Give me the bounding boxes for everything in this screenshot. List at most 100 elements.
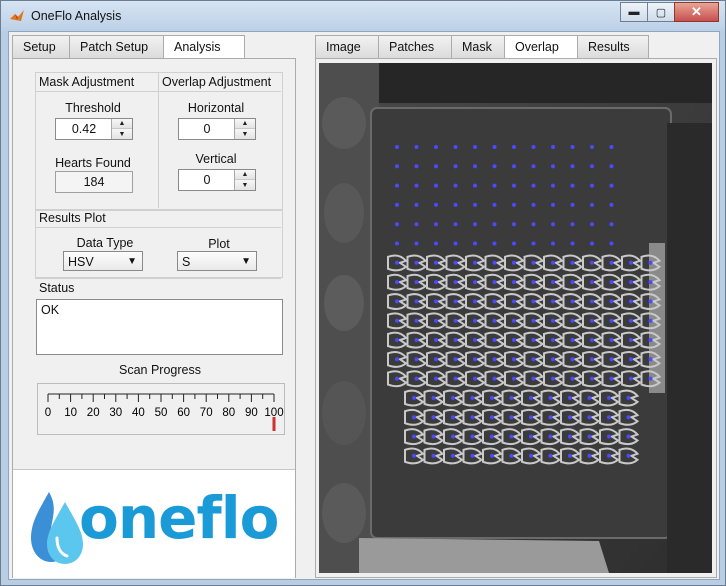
- spinner-up-icon[interactable]: ▲: [235, 119, 255, 129]
- overlay-point: [587, 395, 592, 400]
- tab-mask[interactable]: Mask: [451, 35, 505, 58]
- scan-progress-title: Scan Progress: [119, 363, 201, 377]
- threshold-arrows: ▲ ▼: [111, 119, 132, 139]
- overlay-point: [453, 164, 458, 169]
- results-header-line: [35, 227, 281, 228]
- overlay-point: [414, 164, 419, 169]
- spinner-down-icon[interactable]: ▼: [235, 129, 255, 139]
- overlay-point: [414, 183, 419, 188]
- overlay-point: [473, 183, 477, 188]
- overlay-point: [531, 202, 536, 207]
- tab-setup[interactable]: Setup: [12, 35, 70, 58]
- overlay-point: [434, 241, 438, 246]
- overlay-point: [453, 376, 458, 381]
- overlap-image: [319, 63, 712, 573]
- overlay-point: [626, 395, 631, 400]
- title-bar[interactable]: OneFlo Analysis ▬ ▢ ✕: [1, 1, 725, 31]
- progress-marker: [272, 417, 276, 431]
- overlay-point: [473, 241, 477, 246]
- tab-results[interactable]: Results: [577, 35, 649, 58]
- overlay-point: [551, 202, 555, 207]
- scan-progress-slider: 0 10 20 30 40 50 60 70 80 90 100: [37, 383, 285, 435]
- overlay-point: [570, 164, 575, 169]
- overlay-point: [395, 145, 399, 149]
- overlay-point: [590, 202, 594, 207]
- overlay-point: [473, 357, 477, 362]
- status-divider: [35, 278, 281, 279]
- overlay-point: [492, 145, 497, 149]
- overlay-point: [434, 280, 438, 285]
- overlay-point: [609, 202, 614, 207]
- spinner-down-icon[interactable]: ▼: [235, 180, 255, 190]
- scale-tick-label: 90: [245, 407, 258, 419]
- overlay-point: [548, 395, 553, 400]
- overlay-point: [395, 299, 399, 304]
- tab-patch-setup[interactable]: Patch Setup: [69, 35, 164, 58]
- threshold-spinner[interactable]: 0.42 ▲ ▼: [55, 118, 133, 140]
- overlay-point: [451, 453, 455, 458]
- overlay-point: [531, 338, 536, 342]
- overlay-point: [414, 357, 419, 362]
- spinner-up-icon[interactable]: ▲: [235, 170, 255, 180]
- horizontal-value[interactable]: 0: [179, 119, 235, 139]
- overlay-point: [570, 338, 575, 342]
- overlay-point: [529, 434, 533, 439]
- spinner-down-icon[interactable]: ▼: [112, 129, 132, 139]
- overlay-point: [531, 164, 536, 169]
- vertical-spinner[interactable]: 0 ▲ ▼: [178, 169, 256, 191]
- overlay-point: [512, 357, 516, 362]
- data-type-label: Data Type: [76, 236, 134, 250]
- overlay-point: [509, 395, 514, 400]
- overlay-point: [414, 260, 419, 265]
- overlay-point: [414, 241, 419, 246]
- threshold-label: Threshold: [65, 101, 121, 115]
- overlay-point: [609, 280, 614, 285]
- overlay-point: [626, 453, 631, 458]
- overlap-image-view[interactable]: [319, 63, 712, 573]
- horizontal-spinner[interactable]: 0 ▲ ▼: [178, 118, 256, 140]
- scale-tick-label: 70: [200, 407, 213, 419]
- overlay-point: [512, 318, 516, 323]
- overlay-point: [629, 338, 633, 342]
- data-type-dropdown[interactable]: HSV ▼: [63, 251, 143, 271]
- overlay-point: [473, 145, 477, 149]
- overlay-point: [512, 299, 516, 304]
- tab-patches[interactable]: Patches: [378, 35, 452, 58]
- overlay-point: [434, 260, 438, 265]
- threshold-value[interactable]: 0.42: [56, 119, 112, 139]
- overlay-point: [529, 453, 533, 458]
- overlay-point: [395, 357, 399, 362]
- overlay-point: [570, 357, 575, 362]
- overlay-point: [453, 222, 458, 227]
- overlay-point: [568, 415, 572, 420]
- overlay-point: [531, 280, 536, 285]
- spinner-up-icon[interactable]: ▲: [112, 119, 132, 129]
- overlay-point: [609, 241, 614, 246]
- overlay-point: [492, 202, 497, 207]
- tab-image[interactable]: Image: [315, 35, 379, 58]
- overlay-point: [570, 145, 575, 149]
- scale-tick-label: 10: [64, 407, 77, 419]
- tab-analysis[interactable]: Analysis: [163, 35, 245, 59]
- overlay-point: [570, 241, 575, 246]
- overlay-point: [492, 241, 497, 246]
- overlay-point: [453, 299, 458, 304]
- overlay-point: [551, 318, 555, 323]
- overlay-point: [434, 338, 438, 342]
- overlay-point: [509, 415, 514, 420]
- overlay-point: [590, 376, 594, 381]
- overlay-point: [570, 299, 575, 304]
- vertical-value[interactable]: 0: [179, 170, 235, 190]
- minimize-button[interactable]: ▬: [620, 2, 648, 22]
- maximize-button[interactable]: ▢: [647, 2, 675, 22]
- close-button[interactable]: ✕: [674, 2, 719, 22]
- overlay-point: [626, 415, 631, 420]
- tab-overlap[interactable]: Overlap: [504, 35, 578, 59]
- overlay-point: [470, 453, 475, 458]
- scale-tick-label: 60: [177, 407, 190, 419]
- overlay-point: [414, 280, 419, 285]
- plot-dropdown[interactable]: S ▼: [177, 251, 257, 271]
- vertical-label: Vertical: [195, 152, 237, 166]
- scale-tick-label: 50: [155, 407, 168, 419]
- status-box: OK: [36, 299, 283, 355]
